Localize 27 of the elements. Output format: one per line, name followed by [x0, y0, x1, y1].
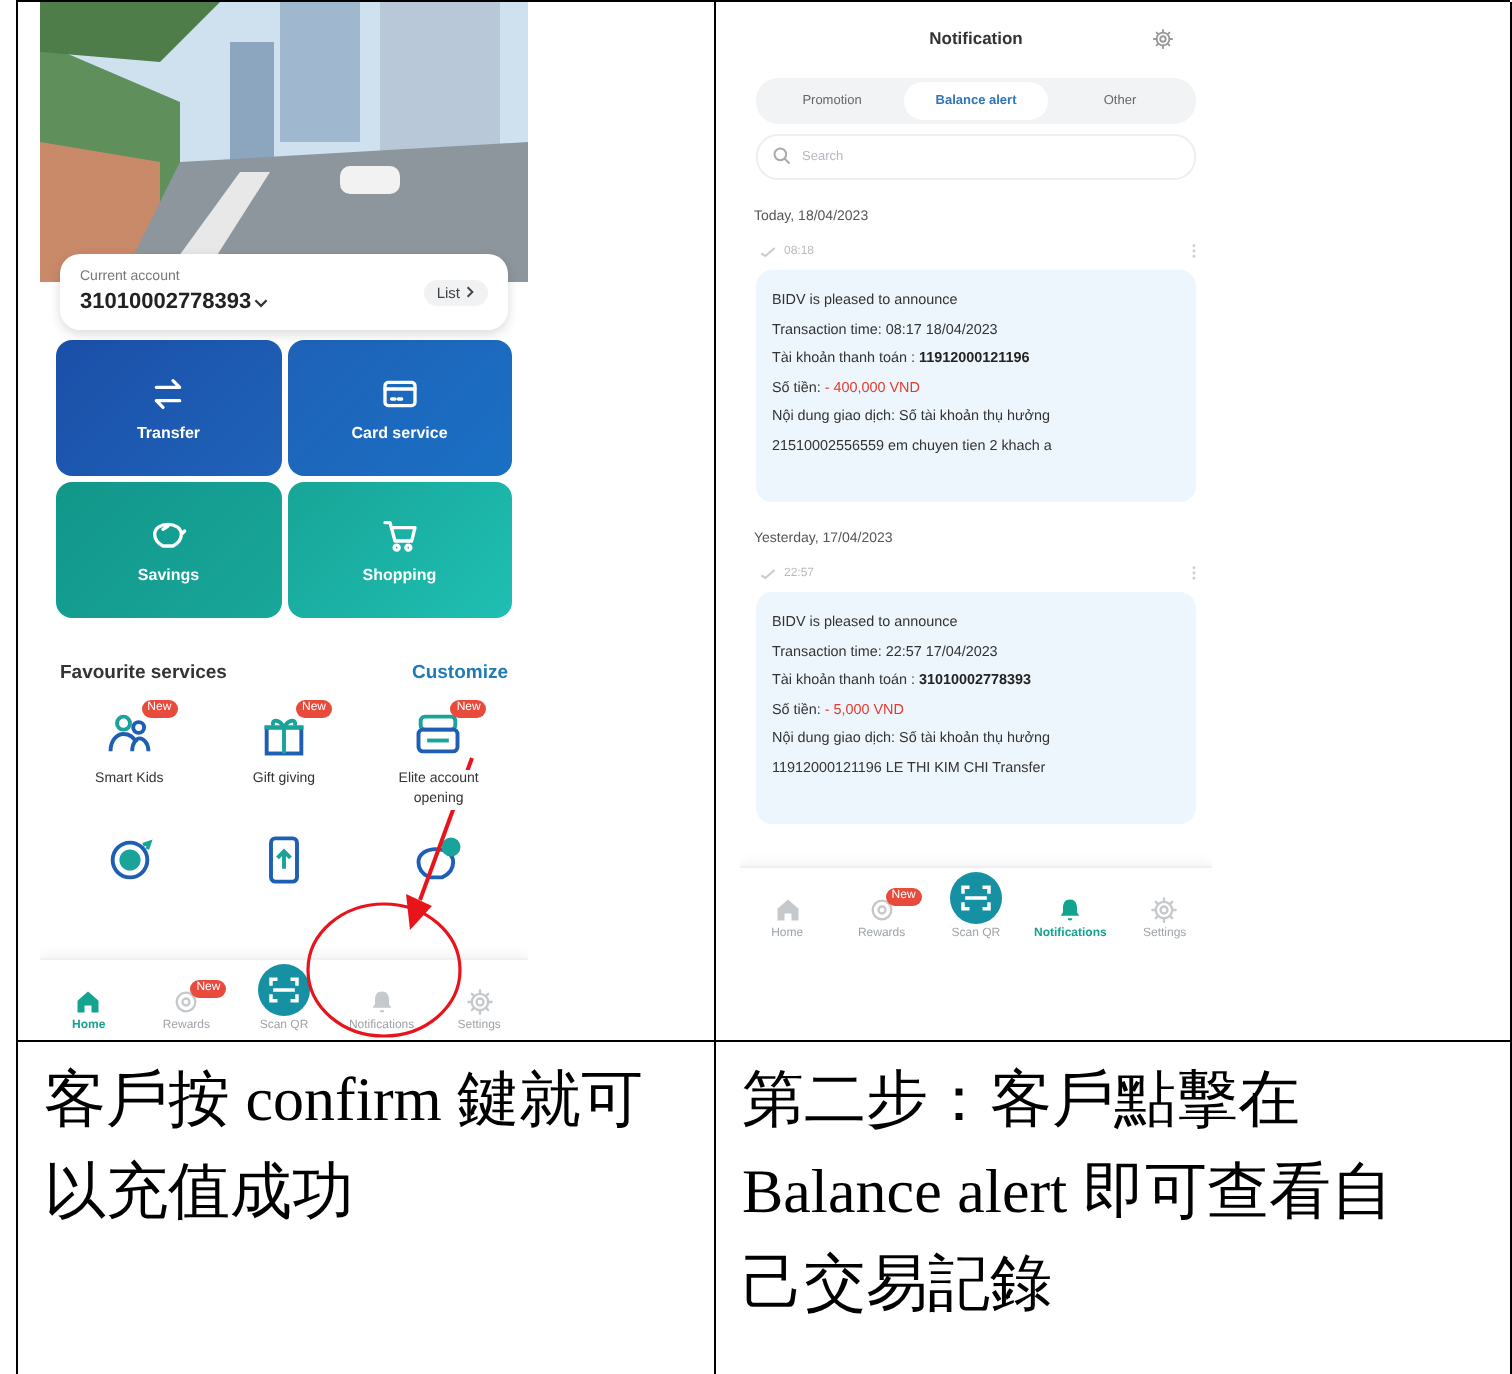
settings-icon	[465, 988, 494, 1016]
service-tile[interactable]: Card service	[287, 340, 512, 476]
scan-icon	[257, 964, 310, 1016]
bell-icon	[367, 988, 396, 1016]
scan-icon	[949, 872, 1002, 924]
settings-icon	[1150, 896, 1179, 924]
caption: 客戶按 confirm 鍵就可以充值成功	[42, 1062, 644, 1230]
home-icon	[773, 896, 802, 924]
service-tile[interactable]: Transfer	[56, 340, 281, 476]
customize-link[interactable]: Customize	[411, 662, 508, 684]
service-tile[interactable]: Savings	[56, 482, 281, 618]
service-tile[interactable]: Shopping	[287, 482, 512, 618]
bell-icon	[1056, 896, 1085, 924]
search-icon	[772, 146, 792, 166]
screen-title: Notification	[927, 28, 1025, 48]
settings-icon	[1152, 27, 1174, 49]
check-icon	[760, 245, 776, 257]
medal-icon	[867, 896, 896, 924]
chevron-down-icon[interactable]	[253, 295, 268, 309]
medal-icon	[172, 988, 201, 1016]
check-icon	[760, 567, 776, 579]
account-number: 31010002778393	[80, 290, 252, 314]
cart-icon	[379, 516, 420, 556]
caption: 第二步：客戶點擊在 Balance alert 即可查看自己交易記錄	[740, 1062, 1395, 1322]
home-icon	[74, 988, 103, 1016]
section-title: Favourite services	[60, 662, 227, 684]
chevron-right-icon	[464, 286, 476, 298]
